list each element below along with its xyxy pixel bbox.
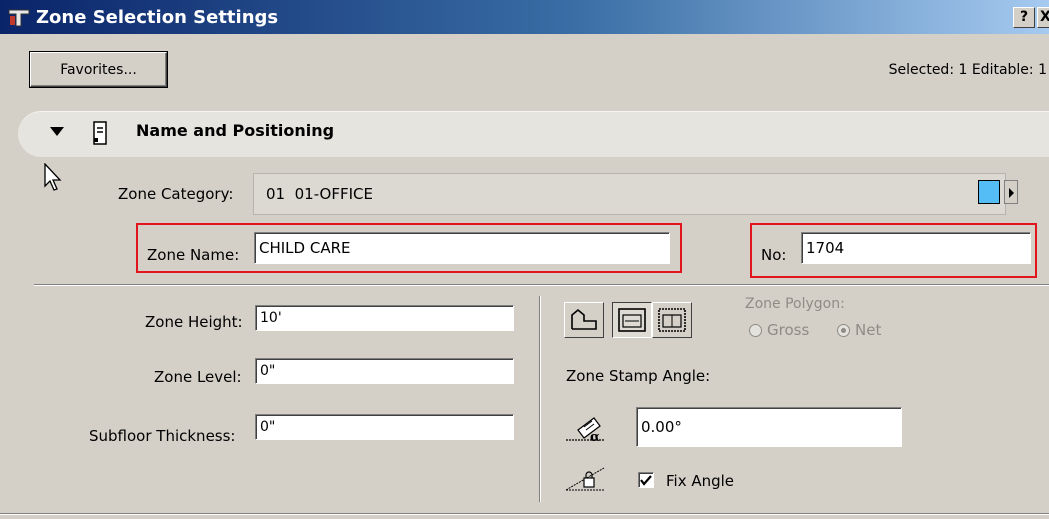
- net-radio-indicator: [837, 324, 850, 337]
- rectangle-offset-icon: [618, 308, 646, 332]
- window-title: Zone Selection Settings: [36, 6, 279, 28]
- rectangle-auto-icon: [658, 308, 686, 332]
- zone-number-label: No:: [761, 246, 787, 264]
- panel-title: Name and Positioning: [136, 121, 335, 140]
- fix-angle-label: Fix Angle: [666, 472, 735, 490]
- close-button[interactable]: X: [1037, 7, 1049, 28]
- gross-radio[interactable]: Gross: [749, 321, 809, 339]
- zone-name-label: Zone Name:: [147, 246, 240, 264]
- favorites-button[interactable]: Favorites...: [30, 52, 167, 87]
- zone-height-input[interactable]: 10': [255, 305, 514, 331]
- zone-category-field[interactable]: 01 01-OFFICE: [253, 173, 1006, 215]
- help-button[interactable]: ?: [1013, 7, 1035, 28]
- zone-height-label: Zone Height:: [145, 313, 243, 331]
- net-radio[interactable]: Net: [837, 321, 881, 339]
- zone-category-value: 01 01-OFFICE: [266, 185, 373, 203]
- bottom-divider: [0, 513, 1049, 515]
- stamp-angle-input[interactable]: 0.00°: [636, 407, 902, 447]
- column-divider: [539, 296, 541, 502]
- zone-stamp-angle-label: Zone Stamp Angle:: [566, 367, 711, 385]
- net-radio-label: Net: [855, 321, 882, 339]
- subfloor-thickness-label: Subfloor Thickness:: [89, 427, 236, 445]
- zone-name-input[interactable]: CHILD CARE: [254, 232, 670, 264]
- gross-radio-indicator: [749, 324, 762, 337]
- category-color-swatch[interactable]: [978, 180, 1000, 204]
- selection-status: Selected: 1 Editable: 1: [888, 62, 1047, 78]
- svg-text:α: α: [590, 430, 600, 444]
- collapse-triangle-icon[interactable]: [50, 127, 64, 136]
- subfloor-thickness-input[interactable]: 0": [255, 414, 514, 440]
- category-popup-arrow-icon[interactable]: [1004, 180, 1018, 204]
- checkmark-icon: [640, 475, 652, 486]
- zone-category-label: Zone Category:: [118, 185, 234, 203]
- zone-level-input[interactable]: 0": [255, 358, 514, 384]
- auto-geometry-button[interactable]: [652, 302, 692, 338]
- polygon-draw-icon: [571, 308, 597, 330]
- zone-number-input[interactable]: 1704: [801, 232, 1031, 264]
- fix-angle-checkbox[interactable]: [638, 472, 654, 488]
- section-divider: [34, 284, 1049, 286]
- gross-radio-label: Gross: [767, 321, 810, 339]
- rectangular-geometry-button[interactable]: [612, 302, 652, 338]
- title-bar: Zone Selection Settings: [0, 0, 1049, 34]
- lock-angle-icon: [564, 464, 610, 498]
- zone-polygon-label: Zone Polygon:: [745, 296, 845, 312]
- stamp-angle-icon: α: [564, 408, 610, 448]
- zone-app-icon: [6, 4, 32, 30]
- zone-level-label: Zone Level:: [154, 368, 242, 386]
- panel-doc-icon: [93, 121, 107, 149]
- mouse-pointer-icon: [44, 162, 64, 197]
- polygonal-geometry-button[interactable]: [564, 302, 604, 338]
